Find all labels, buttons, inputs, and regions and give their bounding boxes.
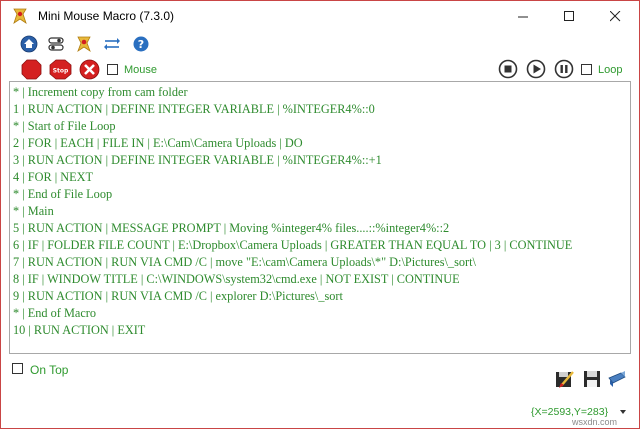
save-icon[interactable] xyxy=(582,369,602,389)
coordinates-dropdown-icon[interactable] xyxy=(620,410,626,414)
stop-playback-icon[interactable] xyxy=(498,59,518,79)
minimize-icon xyxy=(517,16,528,17)
app-logo-icon xyxy=(13,8,27,24)
script-line[interactable]: 5 | RUN ACTION | MESSAGE PROMPT | Moving… xyxy=(13,221,449,236)
close-icon xyxy=(609,10,620,21)
edit-script-icon[interactable] xyxy=(555,369,575,389)
cancel-x-icon[interactable] xyxy=(79,59,100,80)
loop-checkbox-label: Loop xyxy=(598,64,623,76)
script-line[interactable]: * | Start of File Loop xyxy=(13,119,116,134)
app-window: Mini Mouse Macro (7.3.0) ? Stop Mouse Lo… xyxy=(0,0,640,429)
script-line[interactable]: 9 | RUN ACTION | RUN VIA CMD /C | explor… xyxy=(13,289,343,304)
svg-text:Stop: Stop xyxy=(53,68,69,75)
minimize-button[interactable] xyxy=(500,1,546,31)
mouse-checkbox-label: Mouse xyxy=(124,64,158,76)
maximize-icon xyxy=(563,10,574,21)
svg-text:?: ? xyxy=(138,38,144,51)
top-toolbar: ? xyxy=(1,35,639,55)
arrows-icon[interactable] xyxy=(103,35,121,53)
script-line[interactable]: 8 | IF | WINDOW TITLE | C:\WINDOWS\syste… xyxy=(13,272,460,287)
script-line[interactable]: * | Main xyxy=(13,204,54,219)
title-bar[interactable]: Mini Mouse Macro (7.3.0) xyxy=(1,1,639,31)
loop-checkbox[interactable] xyxy=(581,64,592,75)
script-line[interactable]: 2 | FOR | EACH | FILE IN | E:\Cam\Camera… xyxy=(13,136,303,151)
on-top-checkbox[interactable] xyxy=(12,363,23,374)
stop-sign-icon[interactable]: Stop xyxy=(49,59,72,80)
badge-icon[interactable] xyxy=(75,35,93,53)
script-line[interactable]: 1 | RUN ACTION | DEFINE INTEGER VARIABLE… xyxy=(13,102,375,117)
window-title: Mini Mouse Macro (7.3.0) xyxy=(38,9,175,23)
settings-toggle-icon[interactable] xyxy=(47,35,65,53)
script-line[interactable]: 10 | RUN ACTION | EXIT xyxy=(13,323,145,338)
on-top-label: On Top xyxy=(30,363,69,377)
macro-script-editor[interactable]: * | Increment copy from cam folder 1 | R… xyxy=(9,81,631,354)
play-icon[interactable] xyxy=(526,59,546,79)
script-line[interactable]: 6 | IF | FOLDER FILE COUNT | E:\Dropbox\… xyxy=(13,238,572,253)
control-toolbar: Stop Mouse Loop xyxy=(1,59,639,81)
help-icon[interactable]: ? xyxy=(132,35,150,53)
load-macro-icon[interactable] xyxy=(607,369,627,389)
maximize-button[interactable] xyxy=(546,1,592,31)
script-line[interactable]: * | Increment copy from cam folder xyxy=(13,85,188,100)
watermark-text: wsxdn.com xyxy=(572,417,618,427)
mouse-checkbox[interactable] xyxy=(107,64,118,75)
pause-icon[interactable] xyxy=(554,59,574,79)
record-button-icon[interactable] xyxy=(21,59,42,80)
script-line[interactable]: * | End of Macro xyxy=(13,306,96,321)
home-icon[interactable] xyxy=(20,35,38,53)
close-button[interactable] xyxy=(592,1,638,31)
script-line[interactable]: 3 | RUN ACTION | DEFINE INTEGER VARIABLE… xyxy=(13,153,382,168)
script-line[interactable]: 7 | RUN ACTION | RUN VIA CMD /C | move "… xyxy=(13,255,476,270)
script-line[interactable]: * | End of File Loop xyxy=(13,187,112,202)
script-line[interactable]: 4 | FOR | NEXT xyxy=(13,170,93,185)
